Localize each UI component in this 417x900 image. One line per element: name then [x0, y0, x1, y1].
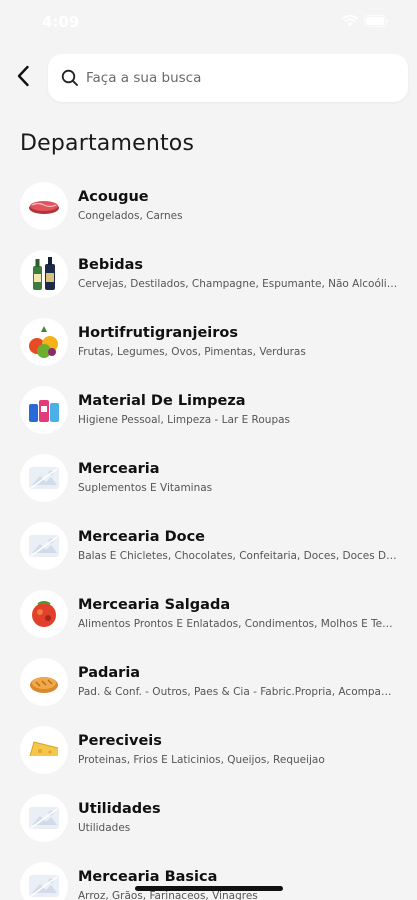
- department-list: Acougue Congelados, Carnes Bebidas Cervejas…: [0, 180, 417, 900]
- department-thumbnail: [20, 726, 68, 774]
- page-title: Departamentos: [20, 131, 195, 156]
- department-subcategories: Congelados, Carnes: [78, 210, 183, 222]
- department-subcategories: Cervejas, Destilados, Champagne, Espuman…: [78, 278, 398, 290]
- status-icons: [342, 15, 389, 27]
- department-subcategories: Arroz, Grãos, Farinaceos, Vinagres: [78, 890, 258, 900]
- department-name: Mercearia: [78, 461, 160, 477]
- department-name: Material De Limpeza: [78, 393, 246, 409]
- department-thumbnail: [20, 182, 68, 230]
- department-subcategories: Balas E Chicletes, Chocolates, Confeitar…: [78, 550, 398, 562]
- department-item[interactable]: Utilidades Utilidades: [0, 792, 417, 860]
- department-item[interactable]: Mercearia Suplementos E Vitaminas: [0, 452, 417, 520]
- chevron-left-icon: [16, 65, 30, 92]
- department-subcategories: Utilidades: [78, 822, 131, 834]
- department-subcategories: Pad. & Conf. - Outros, Paes & Cia - Fabr…: [78, 686, 398, 698]
- department-thumbnail: [20, 590, 68, 638]
- search-box[interactable]: [48, 54, 408, 102]
- department-subcategories: Higiene Pessoal, Limpeza - Lar E Roupas: [78, 414, 291, 426]
- wifi-icon: [342, 15, 358, 27]
- department-item[interactable]: Acougue Congelados, Carnes: [0, 180, 417, 248]
- department-subcategories: Alimentos Prontos E Enlatados, Condiment…: [78, 618, 398, 630]
- department-thumbnail: [20, 522, 68, 570]
- department-subcategories: Suplementos E Vitaminas: [78, 482, 213, 494]
- department-item[interactable]: Bebidas Cervejas, Destilados, Champagne, …: [0, 248, 417, 316]
- department-item[interactable]: Mercearia Salgada Alimentos Prontos E Enl…: [0, 588, 417, 656]
- battery-icon: [364, 15, 389, 27]
- department-thumbnail: [20, 862, 68, 900]
- department-thumbnail: [20, 318, 68, 366]
- department-thumbnail: [20, 386, 68, 434]
- department-item[interactable]: Mercearia Basica Arroz, Grãos, Farinaceos…: [0, 860, 417, 900]
- department-item[interactable]: Padaria Pad. & Conf. - Outros, Paes & Cia…: [0, 656, 417, 724]
- department-subcategories: Frutas, Legumes, Ovos, Pimentas, Verdura…: [78, 346, 306, 358]
- home-indicator: [135, 886, 283, 891]
- department-thumbnail: [20, 794, 68, 842]
- department-name: Acougue: [78, 189, 149, 205]
- search-icon: [60, 68, 80, 88]
- header: [0, 54, 417, 102]
- department-item[interactable]: Hortifrutigranjeiros Frutas, Legumes, Ovo…: [0, 316, 417, 384]
- department-item[interactable]: Mercearia Doce Balas E Chicletes, Chocola…: [0, 520, 417, 588]
- department-item[interactable]: Pereciveis Proteinas, Frios E Laticinios,…: [0, 724, 417, 792]
- department-item[interactable]: Material De Limpeza Higiene Pessoal, Limp…: [0, 384, 417, 452]
- department-name: Utilidades: [78, 801, 161, 817]
- department-name: Pereciveis: [78, 733, 162, 749]
- department-subcategories: Proteinas, Frios E Laticinios, Queijos, …: [78, 754, 325, 766]
- search-input[interactable]: [86, 63, 386, 93]
- department-name: Bebidas: [78, 257, 144, 273]
- department-thumbnail: [20, 250, 68, 298]
- department-name: Padaria: [78, 665, 141, 681]
- back-button[interactable]: [6, 60, 40, 96]
- department-thumbnail: [20, 658, 68, 706]
- status-time: 4:09: [42, 13, 80, 31]
- department-thumbnail: [20, 454, 68, 502]
- department-name: Mercearia Basica: [78, 869, 218, 885]
- status-bar: 4:09: [0, 0, 417, 44]
- department-name: Mercearia Doce: [78, 529, 206, 545]
- department-name: Hortifrutigranjeiros: [78, 325, 238, 341]
- department-name: Mercearia Salgada: [78, 597, 231, 613]
